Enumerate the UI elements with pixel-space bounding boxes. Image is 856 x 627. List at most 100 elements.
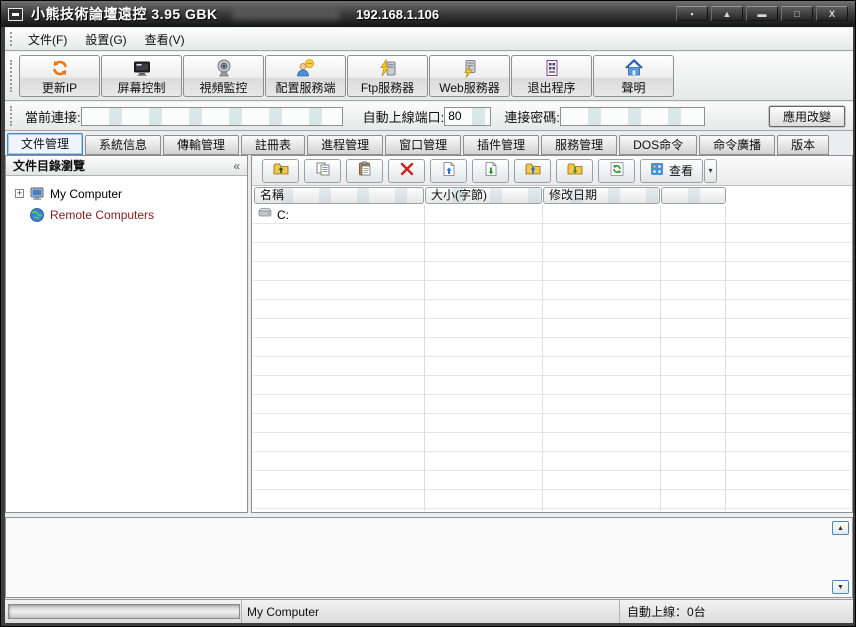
tab-plugin-manager[interactable]: 插件管理 — [463, 135, 539, 155]
file-toolbar: 查看 ▾ — [252, 156, 852, 186]
collapse-icon[interactable]: « — [233, 159, 240, 173]
computer-icon — [29, 186, 45, 202]
menu-settings[interactable]: 設置(G) — [76, 29, 135, 50]
password-input[interactable] — [560, 107, 705, 126]
toolbar-button-label: 配置服務端 — [275, 79, 335, 96]
update-ip-button[interactable]: 更新IP — [19, 55, 100, 97]
title-bar[interactable]: 小熊技術論壇遠控 3.95 GBK 192.168.1.106 ▪ ▲ ▬ □ … — [1, 1, 855, 27]
ftp-server-button[interactable]: Ftp服務器 — [347, 55, 428, 97]
window-controls: ▪ ▲ ▬ □ X — [676, 6, 848, 21]
grid-view-icon — [650, 162, 664, 179]
menu-view[interactable]: 查看(V) — [136, 29, 194, 50]
connection-bar: 當前連接: 自動上線端口: 連接密碼: 應用改變 — [5, 102, 853, 131]
app-icon[interactable] — [8, 8, 23, 21]
video-monitor-button[interactable]: 視頻監控 — [183, 55, 264, 97]
menu-file[interactable]: 文件(F) — [19, 29, 76, 50]
status-online-section: 自動上線：0台 — [619, 600, 853, 623]
screen-icon — [132, 58, 152, 78]
column-header-date[interactable]: 修改日期 — [543, 187, 660, 204]
status-bar: My Computer 自動上線：0台 — [5, 599, 853, 623]
folder-upload-icon — [525, 161, 541, 180]
tab-strip: 文件管理 系統信息 傳輸管理 註冊表 進程管理 窗口管理 插件管理 服務管理 D… — [5, 132, 853, 155]
close-button[interactable]: X — [816, 6, 848, 21]
view-button[interactable]: 查看 — [640, 159, 703, 183]
grid-line — [725, 205, 726, 511]
menu-grip[interactable] — [10, 32, 12, 47]
web-server-icon — [460, 58, 480, 78]
delete-button[interactable] — [388, 159, 425, 183]
toolbar-button-label: 更新IP — [42, 79, 77, 96]
tab-command-broadcast[interactable]: 命令廣播 — [699, 135, 775, 155]
column-header-extra[interactable] — [661, 187, 726, 204]
tab-dos-command[interactable]: DOS命令 — [619, 135, 697, 155]
refresh-ip-icon — [50, 58, 70, 78]
progress-bar — [8, 604, 240, 619]
tab-version[interactable]: 版本 — [777, 135, 829, 155]
tab-service-manager[interactable]: 服務管理 — [541, 135, 617, 155]
tree-item-label: Remote Computers — [50, 208, 154, 222]
tree-item-my-computer[interactable]: + My Computer — [6, 183, 247, 204]
client-area: 文件(F) 設置(G) 查看(V) 更新IP 屏幕控制 — [5, 27, 853, 623]
sidebar-title: 文件目錄瀏覽 — [13, 157, 85, 174]
table-row-drive-c[interactable]: C: — [253, 205, 421, 224]
copy-button[interactable] — [304, 159, 341, 183]
upload-folder-button[interactable] — [514, 159, 551, 183]
folder-up-icon — [273, 161, 289, 180]
file-table-header: 名稱 大小(字節) 修改日期 — [252, 187, 852, 205]
file-upload-icon — [441, 161, 457, 180]
disk-drive-icon — [257, 206, 273, 223]
refresh-button[interactable] — [598, 159, 635, 183]
toolbar-button-label: 視頻監控 — [199, 79, 247, 96]
upload-file-button[interactable] — [430, 159, 467, 183]
view-button-label: 查看 — [669, 162, 693, 179]
maximize-button[interactable]: □ — [781, 6, 813, 21]
view-dropdown-button[interactable]: ▾ — [704, 159, 717, 183]
web-server-button[interactable]: Web服務器 — [429, 55, 510, 97]
paste-icon — [357, 161, 373, 180]
port-input[interactable] — [444, 107, 491, 126]
globe-icon — [29, 207, 45, 223]
refresh-icon — [609, 161, 625, 180]
app-window: 小熊技術論壇遠控 3.95 GBK 192.168.1.106 ▪ ▲ ▬ □ … — [0, 0, 856, 627]
config-server-icon — [296, 58, 316, 78]
current-connection-input[interactable] — [81, 107, 343, 126]
download-folder-button[interactable] — [556, 159, 593, 183]
app-icon-dash — [12, 13, 19, 16]
toolbar-button-label: 屏幕控制 — [117, 79, 165, 96]
statement-button[interactable]: 聲明 — [593, 55, 674, 97]
screen-control-button[interactable]: 屏幕控制 — [101, 55, 182, 97]
scroll-up-button[interactable]: ▲ — [832, 521, 849, 535]
apply-button[interactable]: 應用改變 — [769, 106, 845, 127]
column-header-size[interactable]: 大小(字節) — [425, 187, 542, 204]
up-directory-button[interactable] — [262, 159, 299, 183]
tab-window-manager[interactable]: 窗口管理 — [385, 135, 461, 155]
scroll-down-button[interactable]: ▼ — [832, 580, 849, 594]
tab-process-manager[interactable]: 進程管理 — [307, 135, 383, 155]
paste-button[interactable] — [346, 159, 383, 183]
connection-grip[interactable] — [10, 106, 12, 125]
tab-system-info[interactable]: 系統信息 — [85, 135, 161, 155]
toolbar-button-label: Ftp服務器 — [361, 79, 414, 96]
redacted-text — [232, 9, 340, 20]
ftp-server-icon — [378, 58, 398, 78]
tray-button[interactable]: ▪ — [676, 6, 708, 21]
password-label: 連接密碼: — [504, 107, 560, 126]
file-download-icon — [483, 161, 499, 180]
toolbar-grip[interactable] — [10, 60, 12, 93]
tree-item-remote-computers[interactable]: Remote Computers — [6, 204, 247, 225]
tab-file-manager[interactable]: 文件管理 — [7, 133, 83, 155]
exit-program-button[interactable]: 退出程序 — [511, 55, 592, 97]
tab-registry[interactable]: 註冊表 — [241, 135, 305, 155]
content-area: 文件目錄瀏覽 « + My Computer — [5, 155, 853, 513]
home-icon — [624, 58, 644, 78]
config-server-button[interactable]: 配置服務端 — [265, 55, 346, 97]
rollup-button[interactable]: ▲ — [711, 6, 743, 21]
tab-transfer-manager[interactable]: 傳輸管理 — [163, 135, 239, 155]
toolbar-button-label: 聲明 — [621, 79, 645, 96]
download-file-button[interactable] — [472, 159, 509, 183]
column-header-name[interactable]: 名稱 — [254, 187, 424, 204]
expand-icon[interactable]: + — [15, 189, 24, 198]
chevron-down-icon: ▾ — [709, 166, 713, 175]
status-computer-text: My Computer — [247, 605, 319, 619]
minimize-button[interactable]: ▬ — [746, 6, 778, 21]
